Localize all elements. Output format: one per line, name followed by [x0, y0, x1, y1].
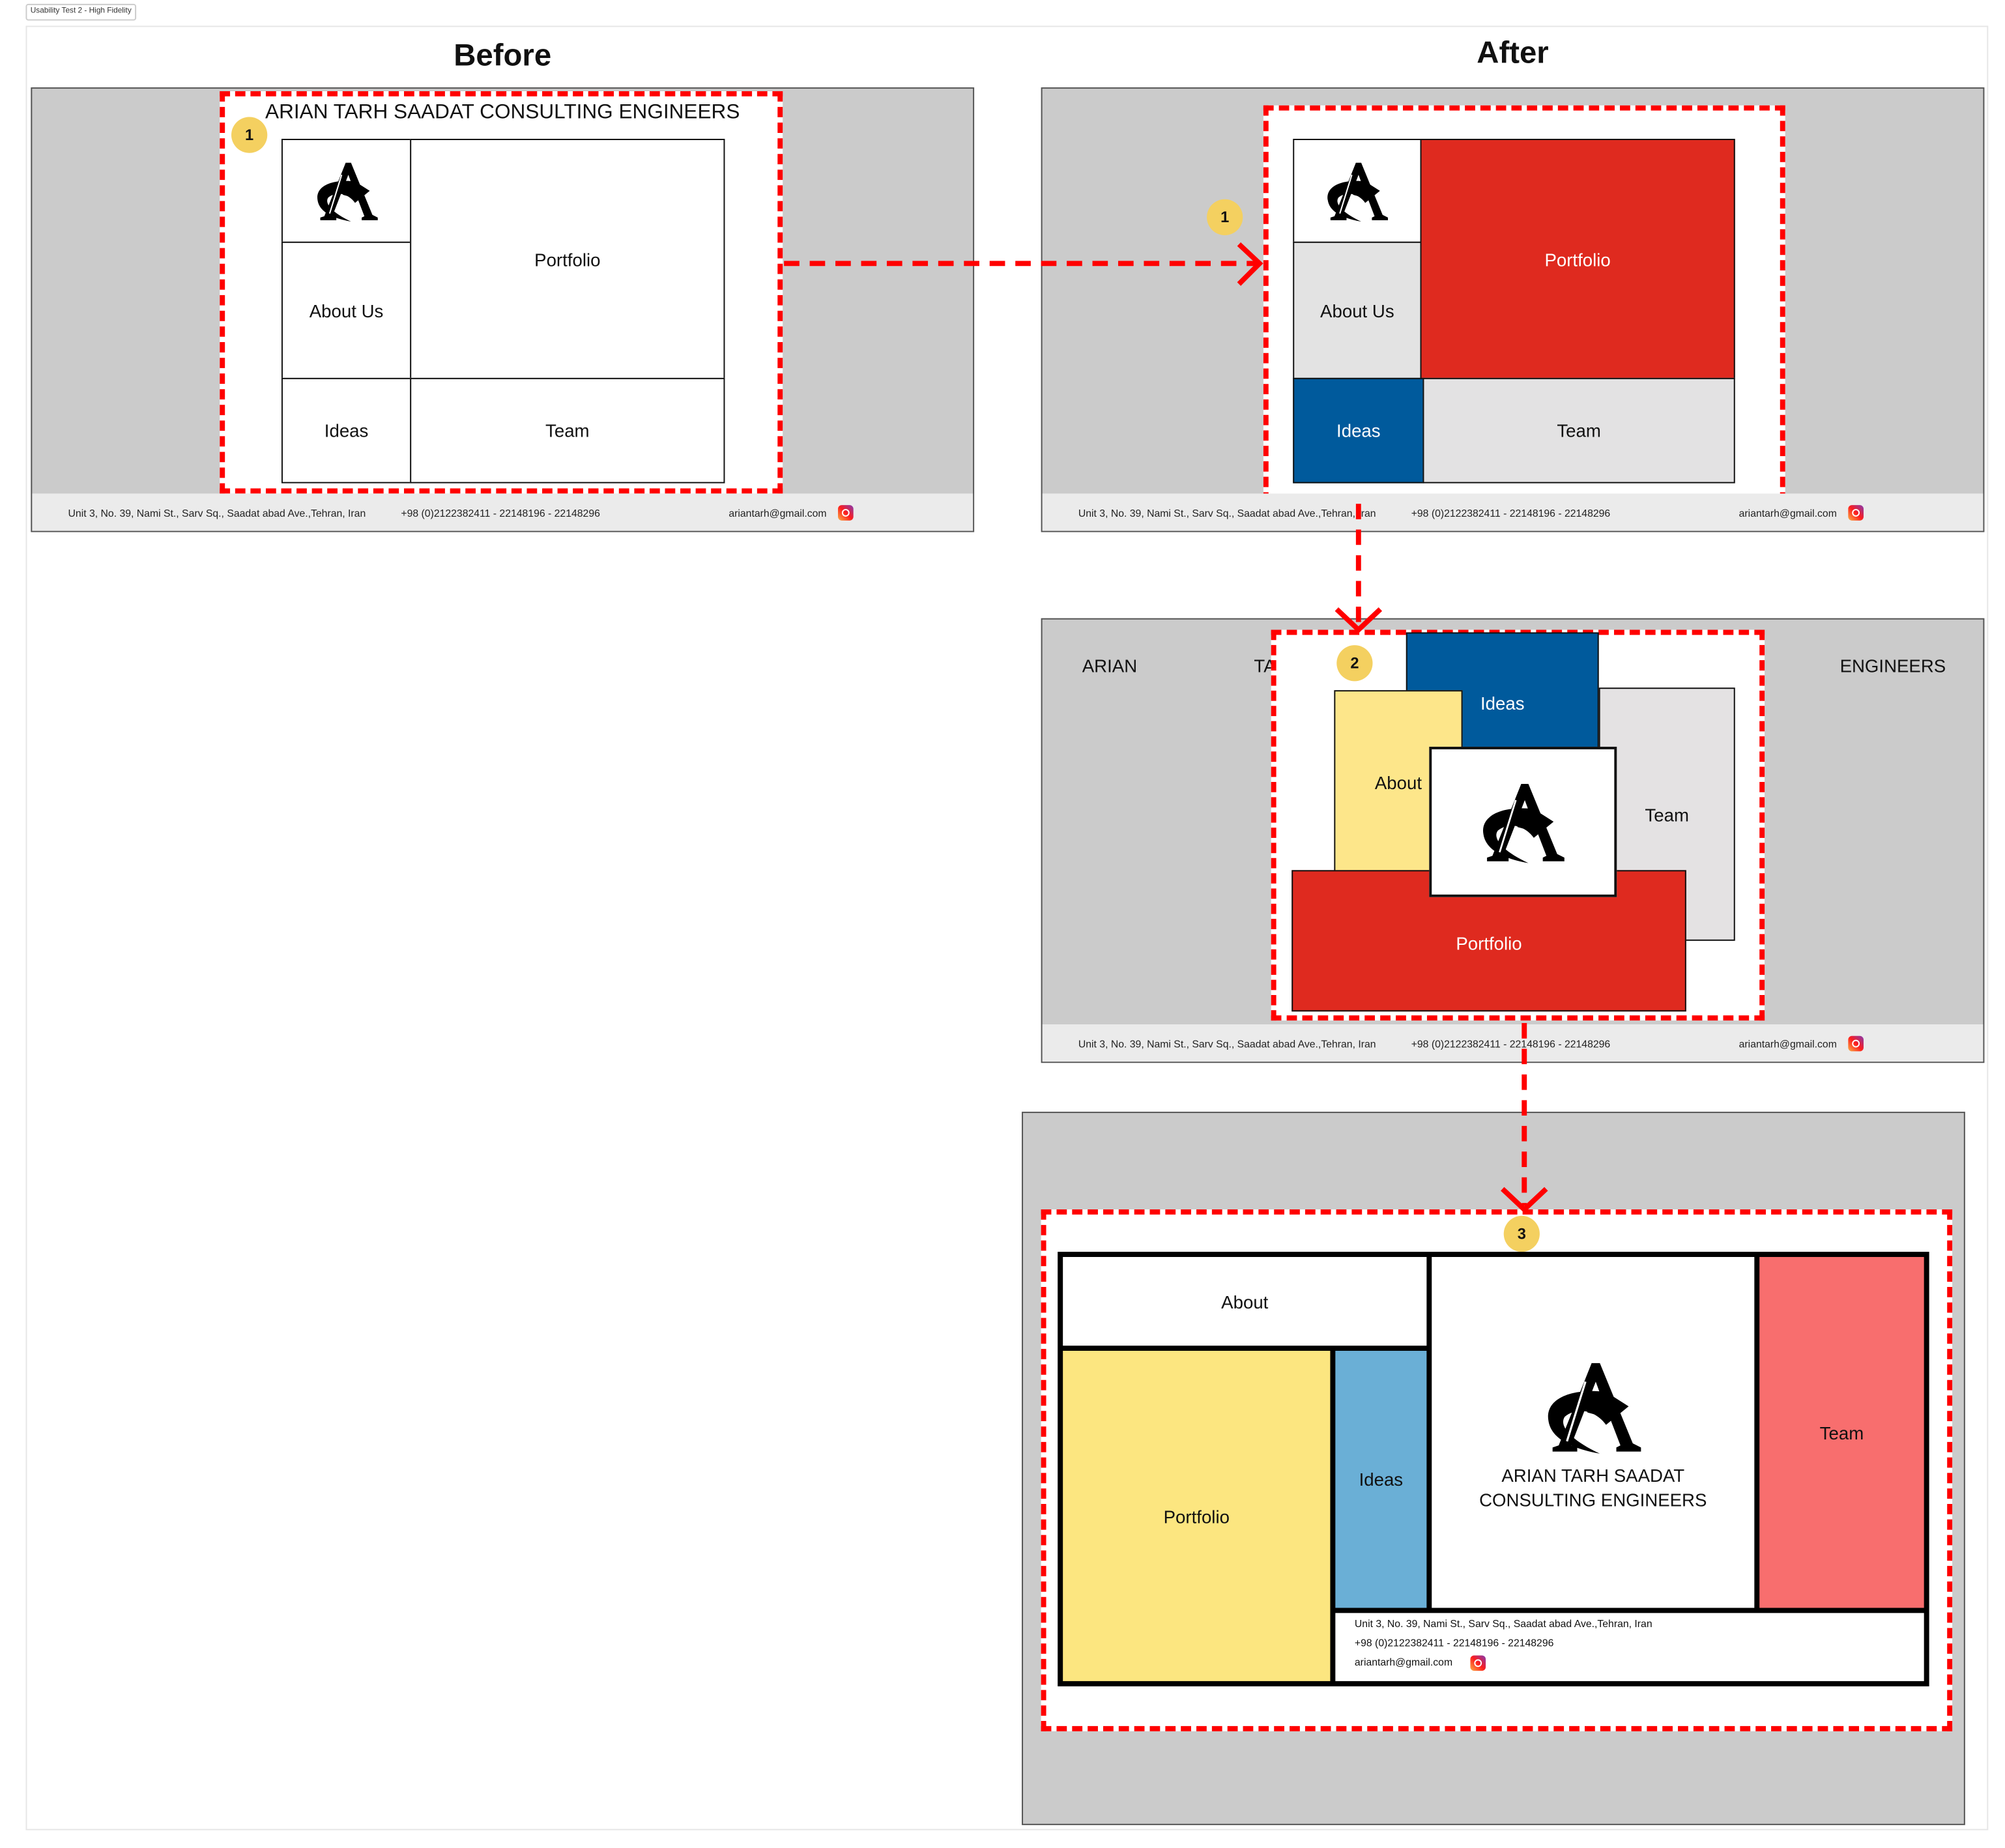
flow-arrows [784, 242, 1548, 1213]
